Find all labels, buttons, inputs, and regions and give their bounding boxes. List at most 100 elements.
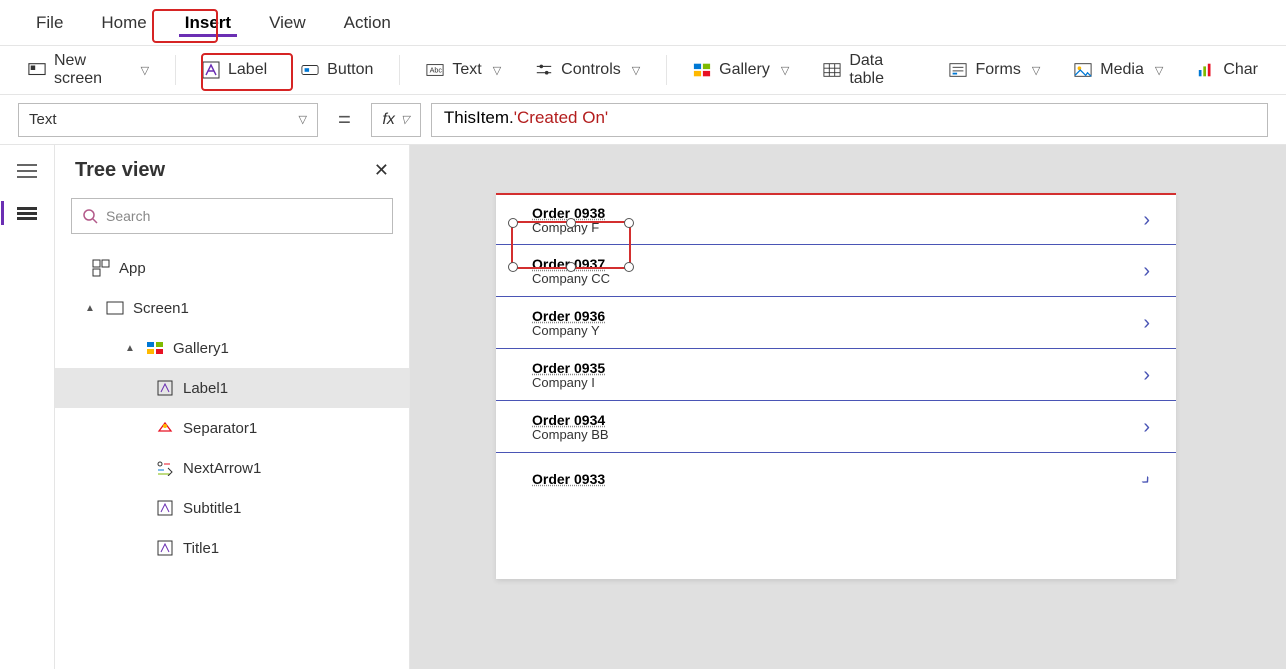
controls-label: Controls — [561, 61, 621, 79]
forms-label: Forms — [975, 61, 1020, 79]
left-rail — [0, 145, 55, 669]
chart-icon — [1197, 61, 1215, 79]
tree-subtitle-label: Subtitle1 — [183, 500, 241, 517]
gallery-row[interactable]: Order 0935Company I › — [496, 349, 1176, 401]
expand-icon[interactable]: ▲ — [85, 303, 97, 314]
tree-label1[interactable]: Label1 — [55, 368, 409, 408]
chevron-down-icon: ▽ — [299, 113, 307, 126]
chevron-right-icon[interactable]: › — [1143, 209, 1150, 232]
tree-separator-label: Separator1 — [183, 420, 257, 437]
menu-home[interactable]: Home — [95, 9, 152, 37]
chevron-down-icon: ▽ — [781, 64, 789, 77]
svg-text:Abc: Abc — [430, 66, 443, 75]
tree-title[interactable]: Title1 — [55, 528, 409, 568]
tree-nextarrow-label: NextArrow1 — [183, 460, 261, 477]
tree-search-input[interactable]: Search — [71, 198, 393, 234]
formula-token-property: 'Created On' — [514, 108, 608, 127]
tree-gallery[interactable]: ▲ Gallery1 — [55, 328, 409, 368]
data-table-button[interactable]: Data table — [815, 47, 923, 93]
label-icon — [155, 378, 175, 398]
chevron-right-icon[interactable]: › — [1143, 312, 1150, 335]
charts-button[interactable]: Char — [1189, 56, 1266, 84]
gallery-row[interactable]: Order 0934Company BB › — [496, 401, 1176, 453]
media-label: Media — [1100, 61, 1144, 79]
controls-icon — [535, 61, 553, 79]
gallery-icon — [693, 61, 711, 79]
tree-title: Tree view — [75, 159, 165, 182]
new-screen-label: New screen — [54, 52, 130, 88]
property-name: Text — [29, 111, 57, 128]
label-label: Label — [228, 61, 267, 79]
nextarrow-icon — [155, 458, 175, 478]
button-button[interactable]: Button — [293, 56, 381, 84]
tree-screen-label: Screen1 — [133, 300, 189, 317]
text-icon: Abc — [426, 61, 444, 79]
tree-gallery-label: Gallery1 — [173, 340, 229, 357]
new-screen-button[interactable]: New screen ▽ — [20, 47, 157, 93]
search-placeholder: Search — [106, 208, 150, 224]
screen-icon — [28, 61, 46, 79]
label-button[interactable]: Label — [194, 56, 275, 84]
property-selector[interactable]: Text ▽ — [18, 103, 318, 137]
chevron-right-icon[interactable]: › — [1143, 260, 1150, 283]
tree-subtitle[interactable]: Subtitle1 — [55, 488, 409, 528]
separator-icon — [155, 418, 175, 438]
form-icon — [949, 61, 967, 79]
media-icon — [1074, 61, 1092, 79]
gallery-label: Gallery — [719, 61, 770, 79]
ribbon: New screen ▽ Label Button Abc Text ▽ Con… — [0, 45, 1286, 95]
gallery-row-title: Order 0938 — [532, 206, 605, 221]
label-icon — [202, 61, 220, 79]
label-icon — [155, 498, 175, 518]
equals-sign: = — [328, 107, 361, 133]
app-icon — [91, 258, 111, 278]
table-icon — [823, 61, 841, 79]
menu-view[interactable]: View — [263, 9, 312, 37]
formula-token-object: ThisItem — [444, 108, 509, 127]
chevron-right-icon[interactable]: › — [1143, 416, 1150, 439]
gallery-row[interactable]: Order 0937Company CC › — [496, 245, 1176, 297]
chevron-down-icon: ▽ — [141, 64, 149, 77]
gallery-row[interactable]: Order 0938 Company F › — [496, 193, 1176, 245]
tree-title-label: Title1 — [183, 540, 219, 557]
text-label: Text — [452, 61, 481, 79]
gallery-row-subtitle: Company F — [532, 221, 605, 235]
tree-screen[interactable]: ▲ Screen1 — [55, 288, 409, 328]
search-icon — [82, 208, 98, 224]
gallery-row[interactable]: Order 0936Company Y › — [496, 297, 1176, 349]
formula-input[interactable]: ThisItem.'Created On' — [431, 103, 1268, 137]
app-preview[interactable]: Order 0938 Company F › Order 0937Company… — [496, 193, 1176, 579]
rail-tree-view[interactable] — [1, 201, 39, 225]
label-icon — [155, 538, 175, 558]
button-label: Button — [327, 61, 373, 79]
menubar: File Home Insert View Action — [0, 0, 1286, 45]
tree-separator[interactable]: Separator1 — [55, 408, 409, 448]
data-table-label: Data table — [849, 52, 915, 88]
canvas[interactable]: Order 0938 Company F › Order 0937Company… — [410, 145, 1286, 669]
tree-nextarrow[interactable]: NextArrow1 — [55, 448, 409, 488]
menu-file[interactable]: File — [30, 9, 69, 37]
button-icon — [301, 61, 319, 79]
screen-icon — [105, 298, 125, 318]
gallery-icon — [145, 338, 165, 358]
chevron-right-icon[interactable]: › — [1143, 364, 1150, 387]
chevron-down-icon: ▽ — [1032, 64, 1040, 77]
menu-action[interactable]: Action — [338, 9, 397, 37]
forms-button[interactable]: Forms ▽ — [941, 56, 1048, 84]
controls-button[interactable]: Controls ▽ — [527, 56, 648, 84]
fx-button[interactable]: fx▽ — [371, 103, 421, 137]
tree-label1-label: Label1 — [183, 380, 228, 397]
gallery-button[interactable]: Gallery ▽ — [685, 56, 797, 84]
tree-app[interactable]: App — [55, 248, 409, 288]
gallery-row[interactable]: Order 0933 › — [496, 453, 1176, 505]
rail-hamburger[interactable] — [15, 159, 39, 183]
chevron-down-icon: ▽ — [493, 64, 501, 77]
expand-icon[interactable]: ▲ — [125, 343, 137, 354]
tree-app-label: App — [119, 260, 146, 277]
chevron-right-icon[interactable]: › — [1136, 470, 1157, 491]
media-button[interactable]: Media ▽ — [1066, 56, 1171, 84]
text-button[interactable]: Abc Text ▽ — [418, 56, 509, 84]
close-icon[interactable]: ✕ — [374, 160, 389, 181]
charts-label: Char — [1223, 61, 1258, 79]
menu-insert[interactable]: Insert — [179, 9, 237, 37]
